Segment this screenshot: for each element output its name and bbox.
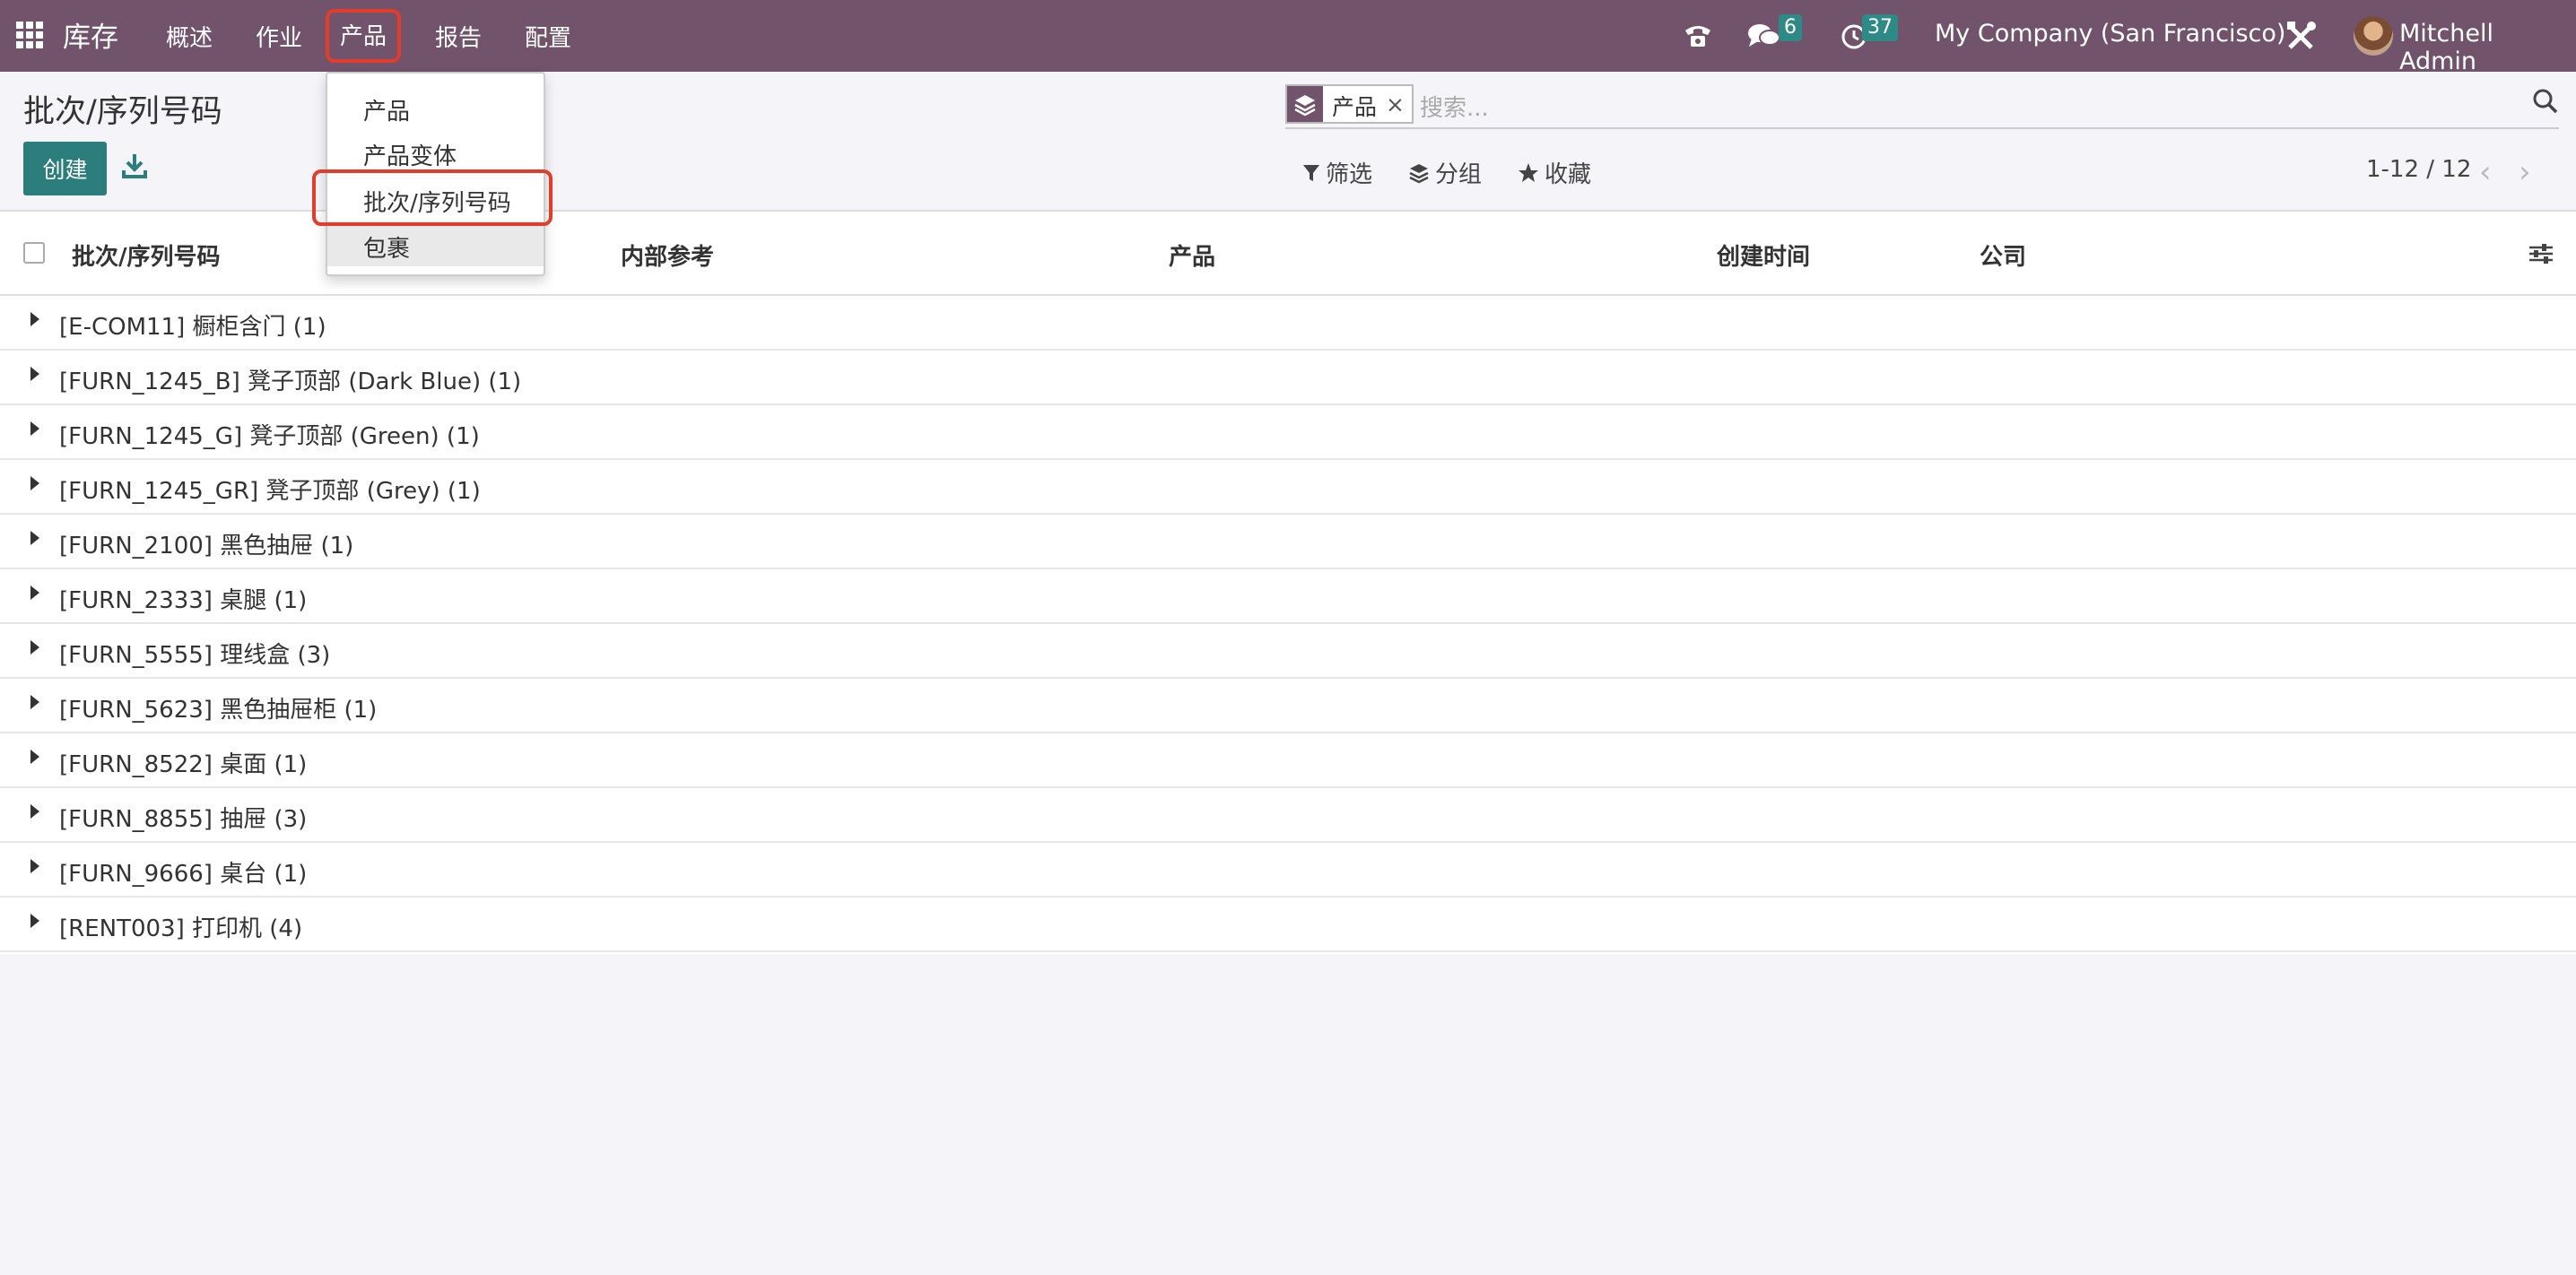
menu-reporting[interactable]: 报告 <box>435 20 482 53</box>
debug-tools-icon[interactable] <box>2285 20 2318 52</box>
download-icon[interactable] <box>122 152 147 179</box>
group-row[interactable]: [FURN_1245_G] 凳子顶部 (Green) (1) <box>0 405 2576 460</box>
menu-operations[interactable]: 作业 <box>256 20 302 53</box>
user-avatar[interactable] <box>2354 16 2393 56</box>
group-row[interactable]: [FURN_2333] 桌腿 (1) <box>0 569 2576 624</box>
group-label: [FURN_8855] 抽屉 (3) <box>59 806 308 833</box>
user-menu[interactable]: Mitchell Admin <box>2399 20 2576 75</box>
facet-remove-button[interactable]: × <box>1384 86 1412 122</box>
group-row[interactable]: [FURN_1245_B] 凳子顶部 (Dark Blue) (1) <box>0 351 2576 405</box>
messages-badge: 6 <box>1779 14 1802 41</box>
expand-caret-icon <box>30 476 39 490</box>
pager-previous-icon[interactable]: ‹ <box>2479 154 2492 190</box>
group-by-button[interactable]: 分组 <box>1408 156 1482 189</box>
filters-button[interactable]: 筛选 <box>1302 156 1372 189</box>
expand-caret-icon <box>30 421 39 436</box>
dropdown-item-product-variants[interactable]: 产品变体 <box>327 129 544 174</box>
top-navbar: 库存 概述 作业 产品 报告 配置 6 37 My Company (San F… <box>0 0 2576 75</box>
facet-value: 产品 <box>1332 94 1378 120</box>
group-row[interactable]: [FURN_2100] 黑色抽屉 (1) <box>0 515 2576 569</box>
group-row[interactable]: [FURN_9666] 桌台 (1) <box>0 843 2576 898</box>
expand-caret-icon <box>30 804 39 819</box>
company-switcher[interactable]: My Company (San Francisco) <box>1935 20 2285 48</box>
group-row[interactable]: [FURN_5555] 理线盒 (3) <box>0 624 2576 679</box>
group-label: [E-COM11] 橱柜含门 (1) <box>59 314 326 341</box>
column-created-on[interactable]: 创建时间 <box>1717 239 1810 272</box>
group-row[interactable]: [FURN_8855] 抽屉 (3) <box>0 788 2576 843</box>
group-by-layers-icon <box>1287 86 1323 122</box>
search-icon[interactable] <box>2532 88 2559 115</box>
search-facet: 产品 × <box>1285 84 1414 124</box>
group-label: [FURN_5555] 理线盒 (3) <box>59 642 331 669</box>
star-icon <box>1519 162 1538 182</box>
app-name[interactable]: 库存 <box>63 14 118 55</box>
group-label: [FURN_9666] 桌台 (1) <box>59 861 308 888</box>
favorites-button[interactable]: 收藏 <box>1518 156 1591 189</box>
menu-configuration[interactable]: 配置 <box>525 20 571 53</box>
search-input[interactable]: 搜索... <box>1420 90 1489 123</box>
filters-label: 筛选 <box>1326 161 1373 188</box>
expand-caret-icon <box>30 312 39 326</box>
group-row[interactable]: [FURN_1245_GR] 凳子顶部 (Grey) (1) <box>0 460 2576 515</box>
activities-badge: 37 <box>1862 14 1898 41</box>
group-row[interactable]: [E-COM11] 橱柜含门 (1) <box>0 296 2576 351</box>
page-title: 批次/序列号码 <box>23 94 222 130</box>
expand-caret-icon <box>30 367 39 381</box>
optional-columns-icon[interactable] <box>2528 240 2554 267</box>
favorites-label: 收藏 <box>1545 161 1592 188</box>
dropdown-item-packages[interactable]: 包裹 <box>327 221 544 266</box>
create-button[interactable]: 创建 <box>23 142 107 195</box>
column-company[interactable]: 公司 <box>1980 239 2026 272</box>
group-row[interactable]: [FURN_5623] 黑色抽屉柜 (1) <box>0 679 2576 733</box>
search-bar[interactable]: 产品 × 搜索... <box>1285 82 2559 129</box>
messages-icon[interactable] <box>1746 22 1782 52</box>
expand-caret-icon <box>30 695 39 709</box>
layers-icon <box>1409 163 1429 183</box>
group-by-label: 分组 <box>1435 161 1483 188</box>
group-row[interactable]: [FURN_8522] 桌面 (1) <box>0 733 2576 788</box>
column-lot-serial[interactable]: 批次/序列号码 <box>72 239 221 272</box>
list-view: 批次/序列号码 内部参考 产品 创建时间 公司 [E-COM11] 橱柜含门 (… <box>0 212 2576 954</box>
group-label: [FURN_8522] 桌面 (1) <box>59 751 308 778</box>
dropdown-item-products[interactable]: 产品 <box>327 84 544 129</box>
group-label: [FURN_2100] 黑色抽屉 (1) <box>59 533 354 559</box>
expand-caret-icon <box>30 750 39 764</box>
group-label: [FURN_5623] 黑色抽屉柜 (1) <box>59 697 378 724</box>
filter-icon <box>1303 164 1319 181</box>
group-row[interactable]: [RENT003] 打印机 (4) <box>0 898 2576 952</box>
expand-caret-icon <box>30 640 39 655</box>
pager-next-icon[interactable]: › <box>2519 154 2531 190</box>
expand-caret-icon <box>30 859 39 873</box>
group-label: [FURN_1245_B] 凳子顶部 (Dark Blue) (1) <box>59 369 522 395</box>
expand-caret-icon <box>30 585 39 600</box>
pager-value[interactable]: 1-12 / 12 <box>2366 156 2471 183</box>
expand-caret-icon <box>30 531 39 545</box>
group-label: [FURN_1245_G] 凳子顶部 (Green) (1) <box>59 423 480 450</box>
apps-grid-icon[interactable] <box>16 22 43 48</box>
phone-icon[interactable] <box>1683 22 1713 50</box>
expand-caret-icon <box>30 914 39 928</box>
menu-overview[interactable]: 概述 <box>166 20 213 53</box>
group-label: [RENT003] 打印机 (4) <box>59 915 303 942</box>
group-label: [FURN_2333] 桌腿 (1) <box>59 587 308 614</box>
column-product[interactable]: 产品 <box>1169 239 1215 272</box>
select-all-checkbox[interactable] <box>23 242 45 264</box>
column-internal-reference[interactable]: 内部参考 <box>621 239 714 272</box>
highlight-box <box>312 169 553 226</box>
menu-products[interactable]: 产品 <box>326 9 402 63</box>
group-label: [FURN_1245_GR] 凳子顶部 (Grey) (1) <box>59 478 481 505</box>
